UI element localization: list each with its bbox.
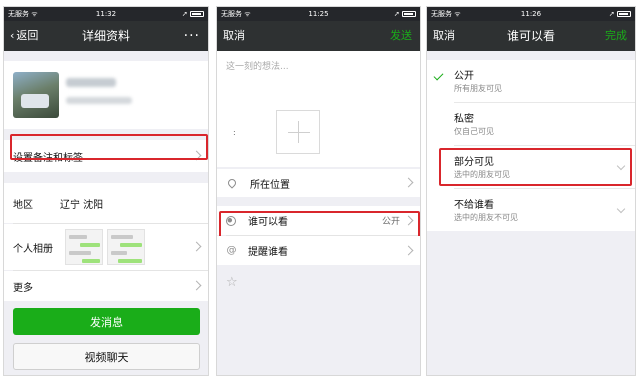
album-thumbnail xyxy=(107,229,145,265)
option-subtitle: 选中的朋友不可见 xyxy=(454,213,518,222)
chevron-down-icon xyxy=(616,204,626,214)
chevron-right-icon xyxy=(403,245,414,255)
profile-header[interactable] xyxy=(4,61,208,129)
profile-screen: 无服务 ᯤ 11:32 ➚ ‹ 返回 详细资料 ··· 设置备注和标签 地区 辽… xyxy=(3,6,209,376)
region-value: 辽宁 沈阳 xyxy=(60,199,104,211)
battery-icon: ➚ xyxy=(182,7,204,21)
status-bar: 无服务 ᯤ 11:32 ➚ xyxy=(4,7,208,21)
cancel-button[interactable]: 取消 xyxy=(223,21,245,51)
cancel-button[interactable]: 取消 xyxy=(433,21,455,51)
battery-icon: ➚ xyxy=(394,7,416,21)
option-title: 公开 xyxy=(454,71,474,82)
album-label: 个人相册 xyxy=(13,243,53,255)
chevron-right-icon xyxy=(403,177,414,188)
option-title: 私密 xyxy=(454,114,474,125)
status-bar: 无服务 ᯤ 11:25 ➚ xyxy=(217,7,420,21)
blurred-nickname xyxy=(66,78,116,87)
visibility-options: 公开 所有朋友可见 私密 仅自己可见 部分可见 选中的朋友可见 不给谁看 选中的… xyxy=(427,60,635,231)
blurred-wechat-id xyxy=(66,97,132,104)
region-row: 地区 辽宁 沈阳 xyxy=(4,183,208,223)
remind-label: 提醒谁看 xyxy=(248,247,288,258)
remind-row[interactable]: @ 提醒谁看 xyxy=(217,236,420,265)
back-label: 返回 xyxy=(16,29,39,42)
status-time: 11:26 xyxy=(520,10,542,18)
option-private[interactable]: 私密 仅自己可见 xyxy=(427,103,635,145)
status-time: 11:32 xyxy=(95,10,117,18)
chevron-right-icon xyxy=(191,280,202,291)
checkmark-icon xyxy=(433,70,444,81)
nav-bar: ‹ 返回 详细资料 ··· xyxy=(4,21,208,51)
star-icon[interactable]: ☆ xyxy=(226,275,238,290)
video-chat-button[interactable]: 视频聊天 xyxy=(13,343,200,370)
add-photo-button[interactable] xyxy=(276,110,320,154)
compose-area[interactable]: 这一刻的想法... : xyxy=(217,51,420,167)
back-button[interactable]: ‹ 返回 xyxy=(10,21,38,51)
send-message-button[interactable]: 发消息 xyxy=(13,308,200,335)
at-icon: @ xyxy=(226,245,237,256)
chevron-right-icon xyxy=(191,241,202,252)
option-subtitle: 所有朋友可见 xyxy=(454,84,502,93)
album-thumbnail xyxy=(65,229,103,265)
send-button[interactable]: 发送 xyxy=(390,21,412,51)
thought-input[interactable]: 这一刻的想法... xyxy=(226,59,289,72)
nav-bar: 取消 谁可以看 完成 xyxy=(427,21,635,51)
done-button[interactable]: 完成 xyxy=(605,21,627,51)
more-label: 更多 xyxy=(13,282,33,294)
nav-bar: 取消 发送 xyxy=(217,21,420,51)
album-thumbnails xyxy=(65,229,145,265)
highlight-box xyxy=(439,148,632,186)
album-row[interactable]: 个人相册 xyxy=(4,224,208,270)
status-time: 11:25 xyxy=(308,10,329,18)
region-label: 地区 xyxy=(13,199,33,211)
location-pin-icon xyxy=(226,177,238,189)
battery-icon: ➚ xyxy=(609,7,631,21)
chevron-left-icon: ‹ xyxy=(10,29,15,42)
compose-screen: 无服务 ᯤ 11:25 ➚ 取消 发送 这一刻的想法... : 所在位置 谁可以… xyxy=(216,6,421,376)
visibility-screen: 无服务 ᯤ 11:26 ➚ 取消 谁可以看 完成 公开 所有朋友可见 私密 仅自… xyxy=(426,6,636,376)
avatar[interactable] xyxy=(13,72,59,118)
status-bar: 无服务 ᯤ 11:26 ➚ xyxy=(427,7,635,21)
cursor-marker: : xyxy=(233,128,236,137)
location-label: 所在位置 xyxy=(250,179,290,191)
option-subtitle: 仅自己可见 xyxy=(454,127,494,136)
page-title: 谁可以看 xyxy=(506,29,555,43)
option-title: 不给谁看 xyxy=(454,200,494,211)
location-row[interactable]: 所在位置 xyxy=(217,169,420,197)
more-options-icon[interactable]: ··· xyxy=(184,21,200,51)
option-public[interactable]: 公开 所有朋友可见 xyxy=(427,60,635,102)
more-row[interactable]: 更多 xyxy=(4,271,208,301)
option-hide-from[interactable]: 不给谁看 选中的朋友不可见 xyxy=(427,189,635,231)
highlight-box xyxy=(10,134,208,160)
